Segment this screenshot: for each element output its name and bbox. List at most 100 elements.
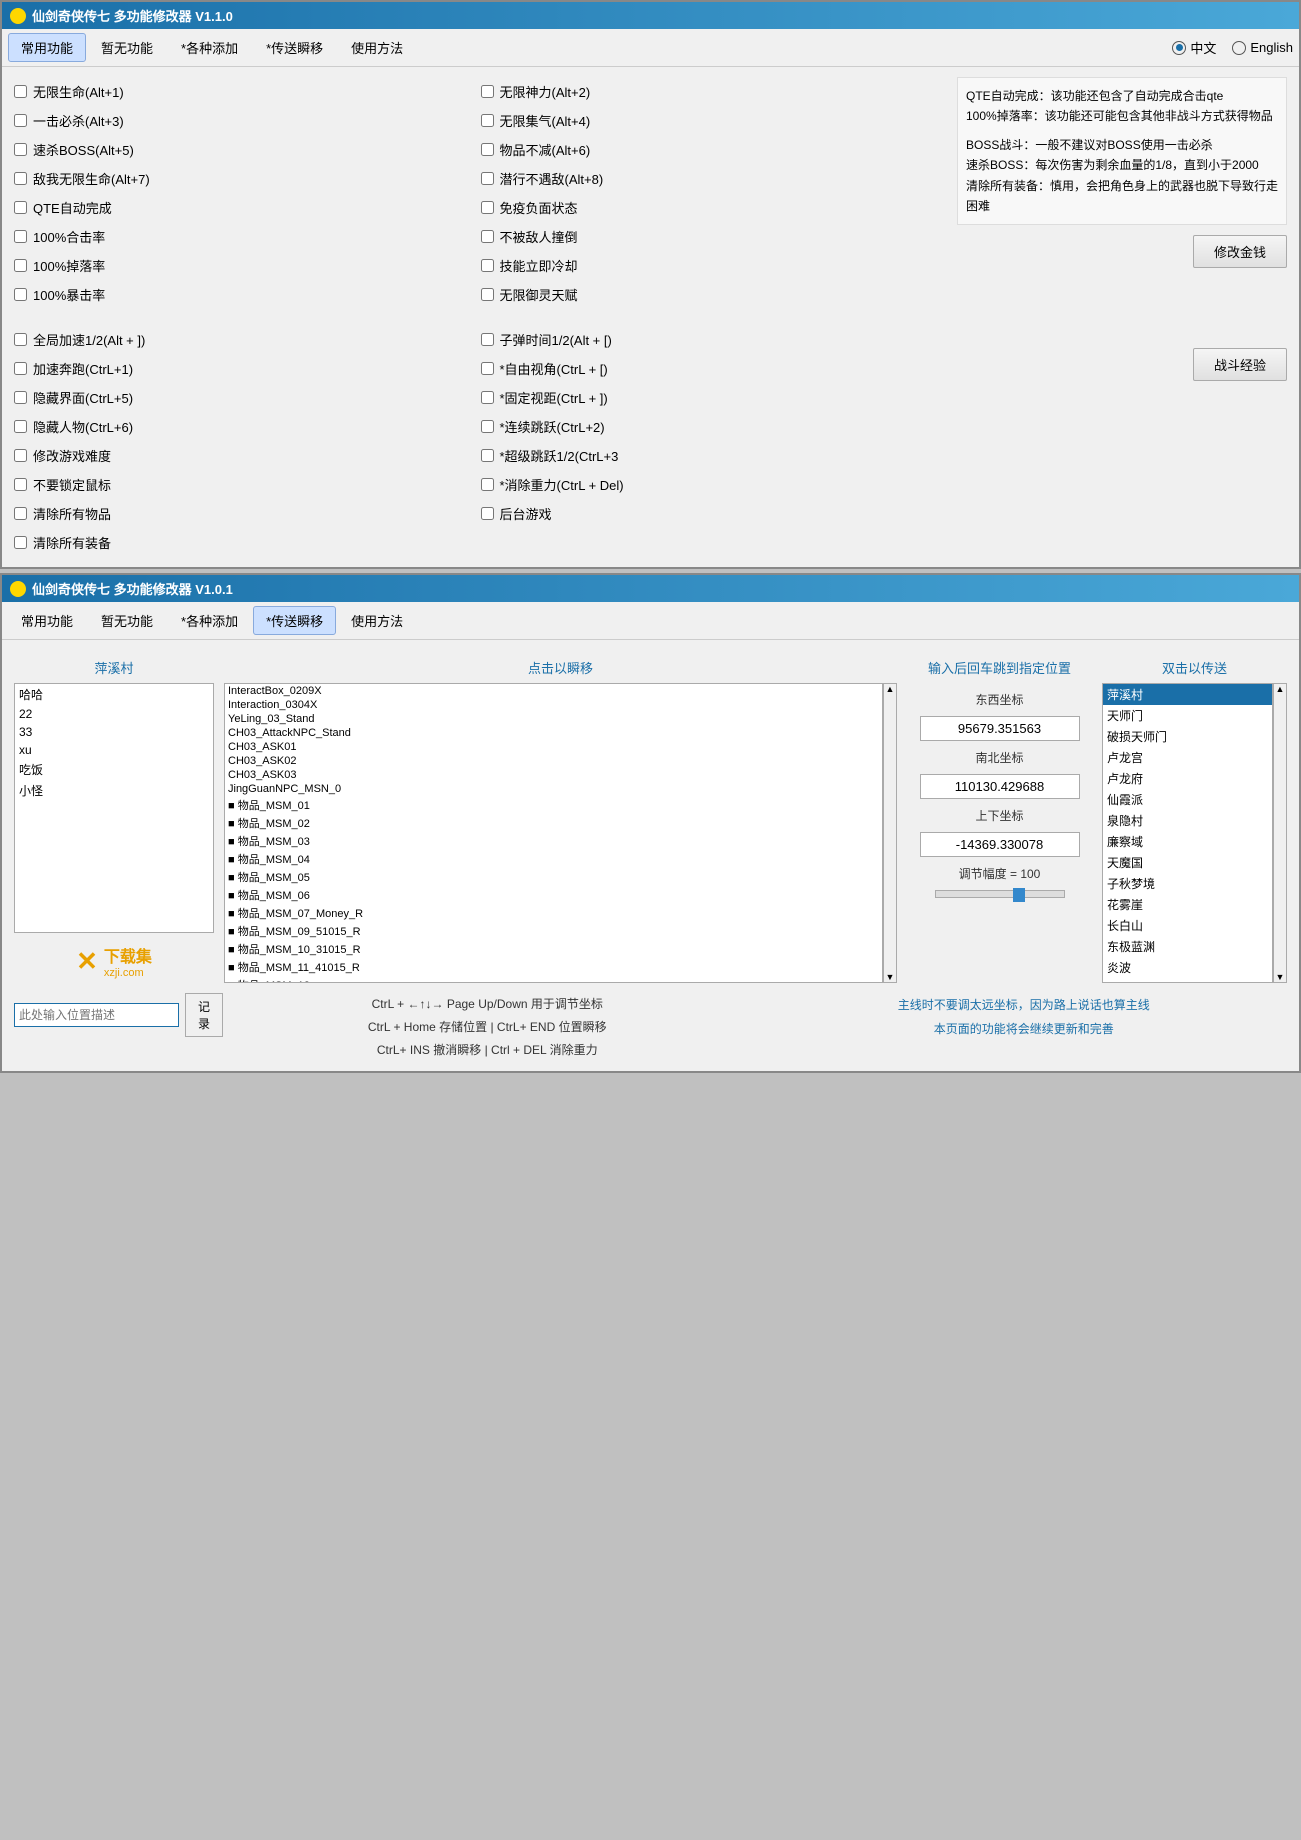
menu-item-teleport-2[interactable]: *传送瞬移 [253,606,336,635]
cb-no-item-reduce[interactable] [481,143,494,156]
location-item-4[interactable]: 卢龙府 [1103,768,1272,789]
radio-chinese[interactable] [1172,41,1186,55]
menu-item-howto-2[interactable]: 使用方法 [338,606,416,635]
location-item-14[interactable]: 魔界 [1103,978,1272,983]
cb-clear-equipment[interactable] [14,536,27,549]
list-item-haha[interactable]: 哈哈 [15,684,213,705]
cb-unlimited-life[interactable] [14,85,27,98]
cb-remove-gravity[interactable] [481,478,494,491]
npc-item-10[interactable]: 物品_MSM_03 [225,832,882,850]
list-item-22[interactable]: 22 [15,705,213,723]
npc-item-0[interactable]: InteractBox_0209X [225,684,882,698]
lang-chinese[interactable]: 中文 [1172,38,1216,57]
location-item-9[interactable]: 子秋梦境 [1103,873,1272,894]
cb-super-jump[interactable] [481,449,494,462]
slider-track[interactable] [935,890,1065,898]
cb-continuous-jump[interactable] [481,420,494,433]
npc-item-12[interactable]: 物品_MSM_05 [225,868,882,886]
cb-background-game[interactable] [481,507,494,520]
lang-english[interactable]: English [1232,40,1293,55]
npc-item-5[interactable]: CH03_ASK02 [225,754,882,768]
npc-item-16[interactable]: 物品_MSM_10_31015_R [225,940,882,958]
cb-unlimited-spirit[interactable] [481,288,494,301]
location-item-7[interactable]: 廉察域 [1103,831,1272,852]
menu-item-add-2[interactable]: *各种添加 [168,606,251,635]
npc-item-7[interactable]: JingGuanNPC_MSN_0 [225,782,882,796]
cb-fixed-camera[interactable] [481,391,494,404]
btn-battle-exp[interactable]: 战斗经验 [1193,348,1287,381]
cb-skill-cooldown[interactable] [481,259,494,272]
npc-item-8[interactable]: 物品_MSM_01 [225,796,882,814]
cb-unlimited-power[interactable] [481,85,494,98]
npc-item-9[interactable]: 物品_MSM_02 [225,814,882,832]
npc-item-15[interactable]: 物品_MSM_09_51015_R [225,922,882,940]
left-list-box[interactable]: 哈哈 22 33 xu 吃饭 小怪 [14,683,214,933]
location-item-2[interactable]: 破损天师门 [1103,726,1272,747]
menu-item-teleport-1[interactable]: *传送瞬移 [253,33,336,62]
locations-list[interactable]: 萍溪村 天师门 破损天师门 卢龙宫 卢龙府 仙霞派 泉隐村 廉察域 天魔国 子秋… [1102,683,1273,983]
scroll-up-icon[interactable]: ▲ [886,684,895,694]
list-item-33[interactable]: 33 [15,723,213,741]
location-item-10[interactable]: 花雾崖 [1103,894,1272,915]
location-item-5[interactable]: 仙霞派 [1103,789,1272,810]
cb-modify-difficulty[interactable] [14,449,27,462]
cb-free-camera[interactable] [481,362,494,375]
location-item-6[interactable]: 泉隐村 [1103,810,1272,831]
scrollbar-npc[interactable]: ▲ ▼ [883,683,897,983]
scroll-down-icon[interactable]: ▼ [886,972,895,982]
npc-item-6[interactable]: CH03_ASK03 [225,768,882,782]
npc-item-13[interactable]: 物品_MSM_06 [225,886,882,904]
desc-input[interactable] [14,1003,179,1027]
npc-item-17[interactable]: 物品_MSM_11_41015_R [225,958,882,976]
cb-bullet-time[interactable] [481,333,494,346]
cb-no-encounter[interactable] [481,172,494,185]
npc-item-11[interactable]: 物品_MSM_04 [225,850,882,868]
cb-global-speed[interactable] [14,333,27,346]
cb-immune-debuff[interactable] [481,201,494,214]
list-item-xiaogui[interactable]: 小怪 [15,780,213,801]
menu-item-common-2[interactable]: 常用功能 [8,606,86,635]
cb-run-speed[interactable] [14,362,27,375]
scroll-loc-up[interactable]: ▲ [1276,684,1285,694]
slider-thumb[interactable] [1013,888,1025,902]
location-item-1[interactable]: 天师门 [1103,705,1272,726]
npc-item-4[interactable]: CH03_ASK01 [225,740,882,754]
cb-enemy-unlimited-life[interactable] [14,172,27,185]
npc-item-2[interactable]: YeLing_03_Stand [225,712,882,726]
cb-clear-items[interactable] [14,507,27,520]
cb-hide-character[interactable] [14,420,27,433]
record-button[interactable]: 记录 [185,993,223,1037]
cb-hide-ui[interactable] [14,391,27,404]
cb-qte-auto[interactable] [14,201,27,214]
npc-list-box[interactable]: InteractBox_0209X Interaction_0304X YeLi… [224,683,883,983]
location-item-8[interactable]: 天魔国 [1103,852,1272,873]
cb-speed-kill-boss[interactable] [14,143,27,156]
cb-combo-rate[interactable] [14,230,27,243]
coord-y-input[interactable] [920,774,1080,799]
location-item-13[interactable]: 炎波 [1103,957,1272,978]
location-item-11[interactable]: 长白山 [1103,915,1272,936]
radio-english[interactable] [1232,41,1246,55]
location-item-12[interactable]: 东极蓝渊 [1103,936,1272,957]
coord-z-input[interactable] [920,832,1080,857]
cb-no-lock-mouse[interactable] [14,478,27,491]
cb-no-knockback[interactable] [481,230,494,243]
cb-crit-rate[interactable] [14,288,27,301]
location-item-3[interactable]: 卢龙宫 [1103,747,1272,768]
scroll-loc-down[interactable]: ▼ [1276,972,1285,982]
menu-item-none-2[interactable]: 暂无功能 [88,606,166,635]
menu-item-none-1[interactable]: 暂无功能 [88,33,166,62]
coord-x-input[interactable] [920,716,1080,741]
npc-item-3[interactable]: CH03_AttackNPC_Stand [225,726,882,740]
list-item-chifan[interactable]: 吃饭 [15,759,213,780]
npc-item-1[interactable]: Interaction_0304X [225,698,882,712]
menu-item-add-1[interactable]: *各种添加 [168,33,251,62]
menu-item-howto-1[interactable]: 使用方法 [338,33,416,62]
npc-item-14[interactable]: 物品_MSM_07_Money_R [225,904,882,922]
cb-unlimited-qi[interactable] [481,114,494,127]
cb-onehit-kill[interactable] [14,114,27,127]
npc-item-18[interactable]: 物品_MSM_12 [225,976,882,983]
location-item-0[interactable]: 萍溪村 [1103,684,1272,705]
scrollbar-locations[interactable]: ▲ ▼ [1273,683,1287,983]
btn-modify-gold[interactable]: 修改金钱 [1193,235,1287,268]
